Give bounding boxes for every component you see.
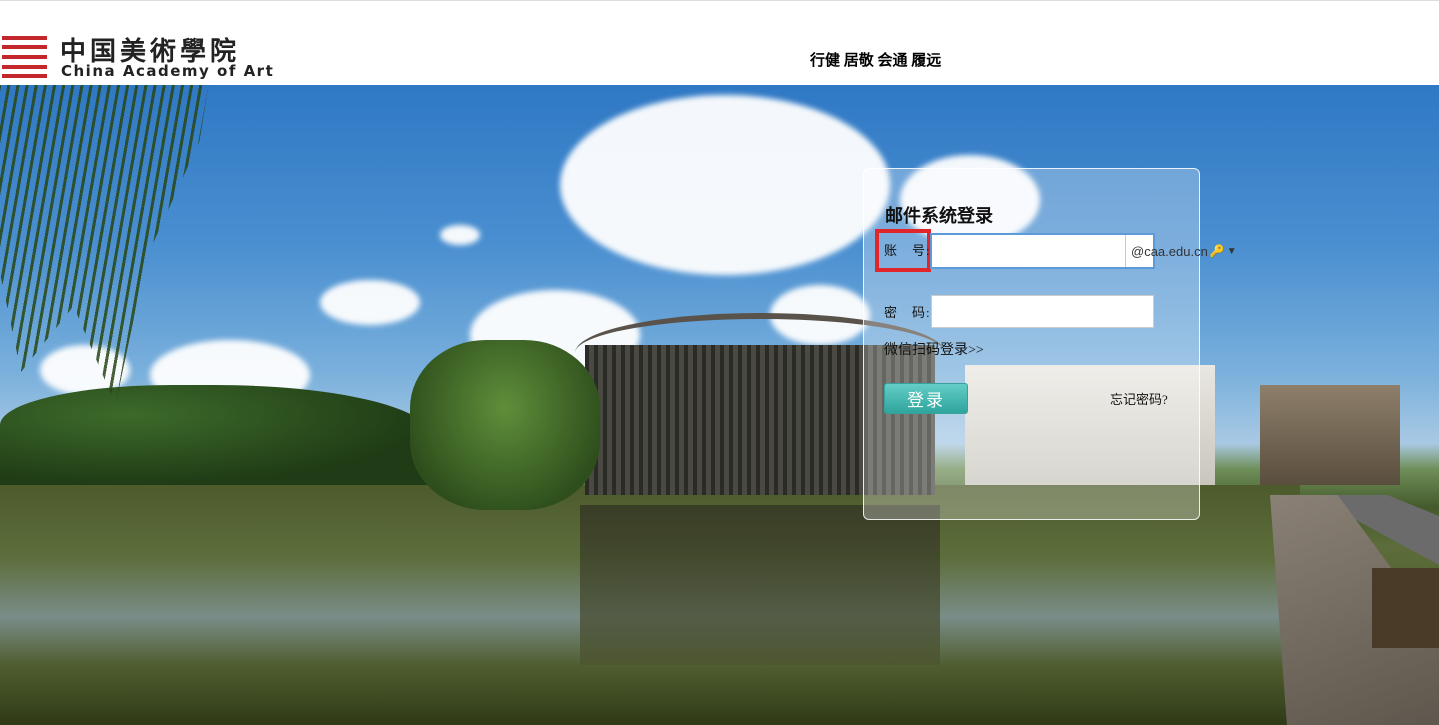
- chevron-down-icon: ▼: [1226, 245, 1237, 257]
- login-title: 邮件系统登录: [885, 206, 993, 226]
- password-input[interactable]: [931, 295, 1154, 328]
- login-button[interactable]: 登录: [884, 383, 968, 414]
- caa-logo-icon: [2, 36, 47, 78]
- account-label: 账 号:: [884, 243, 931, 258]
- site-header: 中国美術學院 China Academy of Art 行健 居敬 会通 履远: [0, 0, 1439, 85]
- domain-value: @caa.edu.cn: [1131, 243, 1208, 259]
- school-motto: 行健 居敬 会通 履远: [810, 53, 942, 69]
- login-panel: 邮件系统登录 账 号: @caa.edu.cn 🔑 ▼ 密 码: 微信扫码登录>…: [863, 168, 1237, 520]
- logo-english-text: China Academy of Art: [61, 62, 275, 80]
- campus-background-image: [0, 85, 1439, 725]
- domain-select[interactable]: @caa.edu.cn 🔑 ▼: [1125, 235, 1237, 267]
- account-input[interactable]: [932, 235, 1125, 267]
- wechat-qr-login-link[interactable]: 微信扫码登录>>: [884, 339, 984, 359]
- forgot-password-link[interactable]: 忘记密码?: [1110, 389, 1168, 408]
- key-icon: 🔑: [1209, 244, 1225, 258]
- account-field: @caa.edu.cn 🔑 ▼: [930, 233, 1237, 269]
- password-label: 密 码:: [884, 305, 931, 320]
